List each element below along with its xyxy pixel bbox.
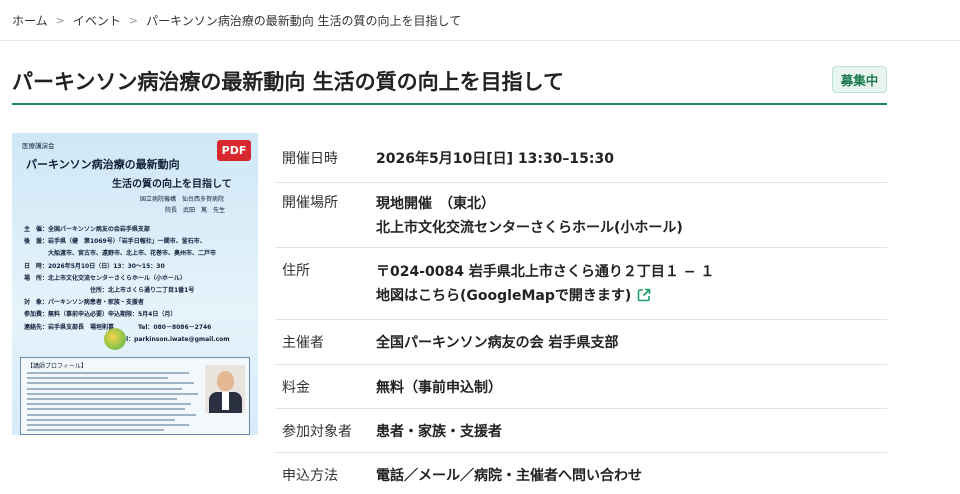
- event-flyer-image[interactable]: 医療講演会 パーキンソン病治療の最新動向 生活の質の向上を目指して 国立病院機構…: [12, 133, 258, 435]
- breadcrumb-separator: >: [55, 13, 65, 27]
- info-label: 料金: [282, 380, 310, 396]
- address-value: 〒024-0084 岩手県北上市さくら通り２丁目１ − １: [376, 264, 715, 280]
- info-row-venue: 開催場所 現地開催 （東北） 北上市文化交流センターさくらホール(小ホール): [275, 183, 887, 248]
- google-map-link[interactable]: 地図はこちら(GoogleMapで開きます): [376, 288, 631, 304]
- flyer-details: 主 催：全国パーキンソン病友の会岩手県支部 後 援：岩手県（健 第1069号）「…: [24, 226, 230, 343]
- pdf-download-button[interactable]: PDF: [217, 140, 251, 161]
- flyer-title-line2: 生活の質の向上を目指して: [112, 179, 232, 190]
- external-link-icon[interactable]: [637, 286, 651, 310]
- speaker-portrait: [205, 365, 245, 413]
- flyer-title-line1: パーキンソン病治療の最新動向: [26, 158, 180, 171]
- info-row-audience: 参加対象者 患者・家族・支援者: [275, 409, 887, 453]
- info-label: 開催場所: [282, 195, 338, 211]
- info-label: 主催者: [282, 335, 324, 351]
- info-row-application: 申込方法 電話／メール／病院・主催者へ問い合わせ: [275, 453, 887, 494]
- breadcrumb-current: パーキンソン病治療の最新動向 生活の質の向上を目指して: [146, 13, 462, 28]
- breadcrumb-home-link[interactable]: ホーム: [12, 12, 48, 29]
- flyer-profile-box: 【講師プロフィール】: [20, 357, 250, 435]
- organizer-value: 全国パーキンソン病友の会 岩手県支部: [376, 335, 619, 351]
- page-title: パーキンソン病治療の最新動向 生活の質の向上を目指して: [12, 70, 565, 94]
- info-value: 電話／メール／病院・主催者へ問い合わせ: [376, 465, 887, 485]
- flyer-speaker-name: 院長 武田 篤 先生: [165, 207, 226, 214]
- info-row-fee: 料金 無料（事前申込制）: [275, 365, 887, 409]
- info-value: 患者・家族・支援者: [376, 421, 887, 441]
- datetime-value: 2026年5月10日[日] 13:30–15:30: [376, 151, 614, 167]
- status-badge: 募集中: [832, 66, 887, 93]
- info-label: 開催日時: [282, 151, 338, 167]
- breadcrumb: ホーム > イベント > パーキンソン病治療の最新動向 生活の質の向上を目指して: [12, 11, 461, 29]
- flyer-speaker-affiliation: 国立病院機構 仙台西多賀病院: [140, 196, 225, 203]
- fee-value: 無料（事前申込制）: [376, 380, 502, 396]
- breadcrumb-events-link[interactable]: イベント: [73, 12, 121, 29]
- info-value: 〒024-0084 岩手県北上市さくら通り２丁目１ − １ 地図はこちら(Goo…: [376, 260, 887, 310]
- info-label: 住所: [282, 263, 310, 279]
- title-divider: [12, 103, 887, 105]
- info-row-address: 住所 〒024-0084 岩手県北上市さくら通り２丁目１ − １ 地図はこちら(…: [275, 248, 887, 320]
- info-label: 参加対象者: [282, 424, 352, 440]
- info-row-organizer: 主催者 全国パーキンソン病友の会 岩手県支部: [275, 320, 887, 365]
- info-value: 現地開催 （東北） 北上市文化交流センターさくらホール(小ホール): [376, 192, 887, 240]
- venue-type: 現地開催 （東北）: [376, 196, 495, 212]
- flyer-logo-icon: [104, 328, 126, 350]
- flyer-profile-title: 【講師プロフィール】: [27, 363, 87, 370]
- flyer-profile-text: [27, 372, 203, 434]
- breadcrumb-divider: [0, 40, 960, 41]
- info-row-datetime: 開催日時 2026年5月10日[日] 13:30–15:30: [275, 133, 887, 183]
- info-value: 無料（事前申込制）: [376, 377, 887, 397]
- application-value: 電話／メール／病院・主催者へ問い合わせ: [376, 468, 642, 484]
- audience-value: 患者・家族・支援者: [376, 424, 502, 440]
- info-value: 全国パーキンソン病友の会 岩手県支部: [376, 332, 887, 352]
- flyer-org: 医療講演会: [22, 142, 55, 150]
- event-info-table: 開催日時 2026年5月10日[日] 13:30–15:30 開催場所 現地開催…: [275, 133, 887, 494]
- info-value: 2026年5月10日[日] 13:30–15:30: [376, 148, 887, 168]
- info-label: 申込方法: [282, 468, 338, 484]
- breadcrumb-separator: >: [128, 13, 139, 27]
- venue-name: 北上市文化交流センターさくらホール(小ホール): [376, 220, 683, 236]
